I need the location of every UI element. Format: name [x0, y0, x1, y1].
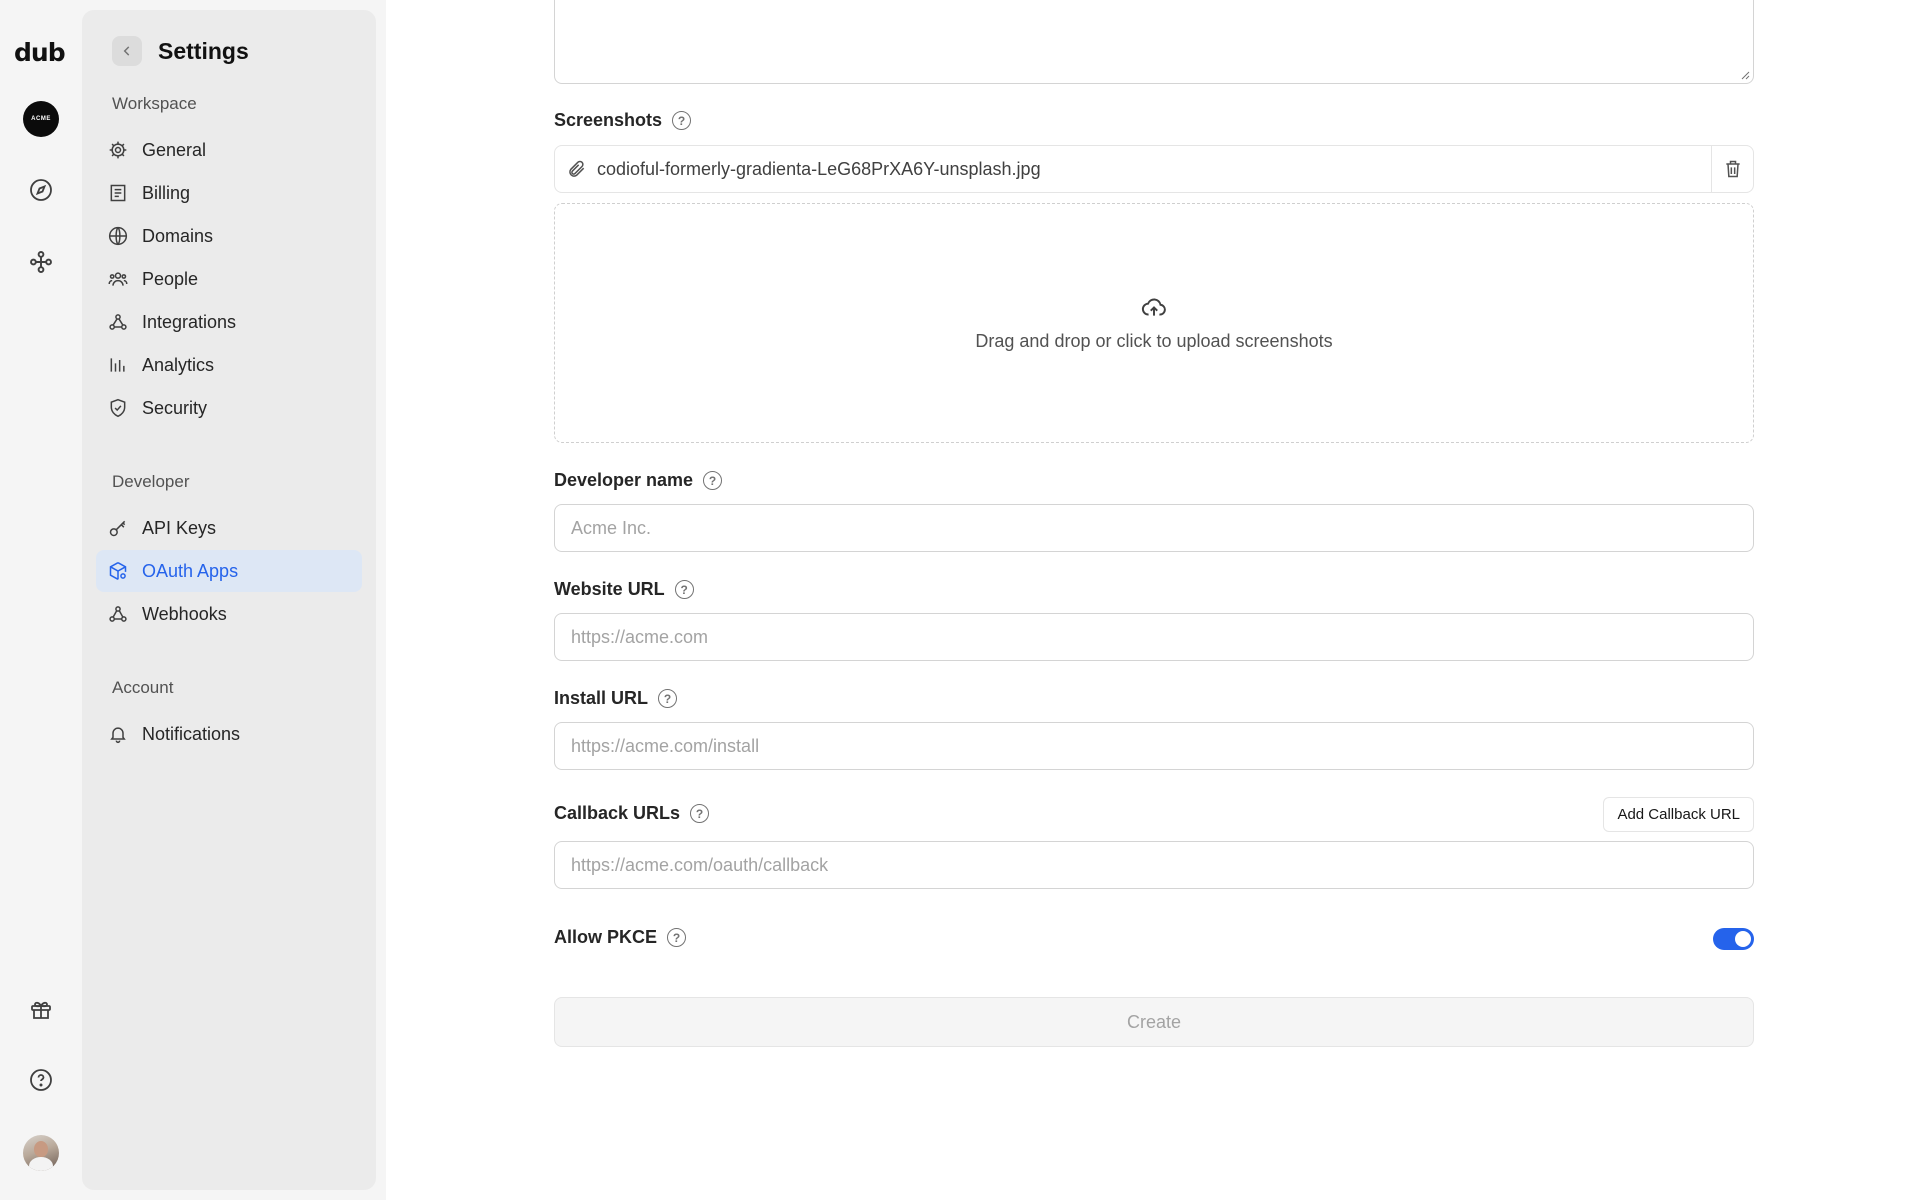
help-icon[interactable]: ? [667, 928, 687, 947]
install-url-label: Install URL ? [554, 688, 678, 709]
dub-logo[interactable]: dub [14, 38, 66, 67]
sidebar-item-label: Security [142, 397, 208, 418]
user-avatar [23, 1135, 59, 1171]
developer-name-input[interactable] [554, 504, 1754, 552]
sidebar-item-label: API Keys [142, 517, 217, 538]
description-textarea[interactable] [554, 0, 1754, 84]
webhook-icon [109, 606, 127, 622]
screenshot-dropzone[interactable]: Drag and drop or click to upload screens… [554, 203, 1754, 443]
app-rail: dub ACME [0, 0, 82, 1200]
screenshots-label: Screenshots ? [554, 110, 692, 131]
sidebar-item-label: Webhooks [142, 603, 227, 624]
trash-icon [1725, 160, 1740, 178]
integrations-icon [109, 314, 127, 330]
create-button[interactable]: Create [554, 997, 1754, 1047]
add-callback-url-button[interactable]: Add Callback URL [1603, 797, 1754, 832]
sidebar-item-webhooks[interactable]: Webhooks [96, 593, 362, 635]
compass-icon[interactable] [21, 170, 61, 210]
sidebar-item-label: General [142, 139, 207, 160]
sidebar-item-label: People [142, 268, 199, 289]
back-button[interactable] [112, 36, 142, 66]
key-icon [109, 520, 126, 537]
help-icon[interactable]: ? [674, 580, 694, 599]
section-label-developer: Developer [112, 472, 190, 491]
main-content: Screenshots ? codioful-formerly-gradient… [386, 0, 1920, 1200]
sidebar-item-analytics[interactable]: Analytics [96, 344, 362, 386]
receipt-icon [110, 184, 126, 202]
user-avatar-button[interactable] [21, 1133, 61, 1173]
allow-pkce-label: Allow PKCE ? [554, 927, 687, 948]
cube-settings-icon [109, 562, 127, 580]
chart-icon [110, 358, 125, 372]
install-url-input[interactable] [554, 722, 1754, 770]
uploaded-file-row: codioful-formerly-gradienta-LeG68PrXA6Y-… [554, 145, 1754, 193]
chevron-left-icon [123, 46, 130, 56]
file-name: codioful-formerly-gradienta-LeG68PrXA6Y-… [597, 158, 1041, 179]
sidebar-item-security[interactable]: Security [96, 387, 362, 429]
integrations-icon[interactable] [21, 242, 61, 282]
sidebar-item-domains[interactable]: Domains [96, 215, 362, 257]
globe-icon [108, 226, 128, 246]
resize-handle-icon[interactable] [1740, 70, 1750, 80]
install-url-label-text: Install URL [554, 688, 649, 708]
callback-url-input[interactable] [554, 841, 1754, 889]
sidebar-item-label: Notifications [142, 723, 241, 744]
help-icon[interactable]: ? [703, 471, 723, 490]
callback-urls-label-text: Callback URLs [554, 803, 681, 823]
help-icon[interactable]: ? [672, 111, 692, 130]
section-label-account: Account [112, 678, 174, 697]
settings-sidebar: Settings Workspace General Billing Domai… [82, 10, 376, 1190]
sidebar-item-general[interactable]: General [96, 129, 362, 171]
sidebar-item-api-keys[interactable]: API Keys [96, 507, 362, 549]
section-label-workspace: Workspace [112, 94, 197, 113]
sidebar-item-label: OAuth Apps [142, 560, 239, 581]
sidebar-item-label: Domains [142, 225, 214, 246]
workspace-avatar-text: ACME [31, 116, 51, 122]
sidebar-item-oauth-apps[interactable]: OAuth Apps [96, 550, 362, 592]
dropzone-text: Drag and drop or click to upload screens… [975, 330, 1333, 351]
screenshots-label-text: Screenshots [554, 110, 663, 130]
sidebar-title: Settings [158, 37, 249, 64]
help-icon[interactable]: ? [690, 804, 710, 823]
website-url-label: Website URL ? [554, 579, 694, 600]
sidebar-item-label: Analytics [142, 354, 215, 375]
developer-name-label-text: Developer name [554, 470, 694, 490]
sidebar-item-billing[interactable]: Billing [96, 172, 362, 214]
allow-pkce-toggle[interactable] [1713, 928, 1754, 950]
workspace-switcher[interactable]: ACME [21, 99, 61, 139]
shield-icon [110, 398, 126, 418]
sidebar-item-notifications[interactable]: Notifications [96, 713, 362, 755]
sidebar-item-integrations[interactable]: Integrations [96, 301, 362, 343]
callback-urls-label: Callback URLs ? [554, 803, 710, 824]
bell-icon [110, 727, 126, 744]
upload-cloud-icon [1141, 298, 1166, 316]
sidebar-item-label: Integrations [142, 311, 237, 332]
allow-pkce-label-text: Allow PKCE [554, 927, 658, 947]
paperclip-icon [569, 160, 585, 177]
help-icon[interactable]: ? [658, 689, 678, 708]
help-icon[interactable] [21, 1060, 61, 1100]
delete-file-button[interactable] [1711, 146, 1753, 192]
gift-icon[interactable] [21, 990, 61, 1030]
users-icon [108, 272, 128, 286]
website-url-label-text: Website URL [554, 579, 665, 599]
developer-name-label: Developer name ? [554, 470, 723, 491]
sidebar-item-label: Billing [142, 182, 191, 203]
website-url-input[interactable] [554, 613, 1754, 661]
gear-icon [109, 141, 127, 159]
sidebar-item-people[interactable]: People [96, 258, 362, 300]
workspace-avatar: ACME [23, 101, 59, 137]
sidebar-header: Settings [112, 36, 249, 66]
